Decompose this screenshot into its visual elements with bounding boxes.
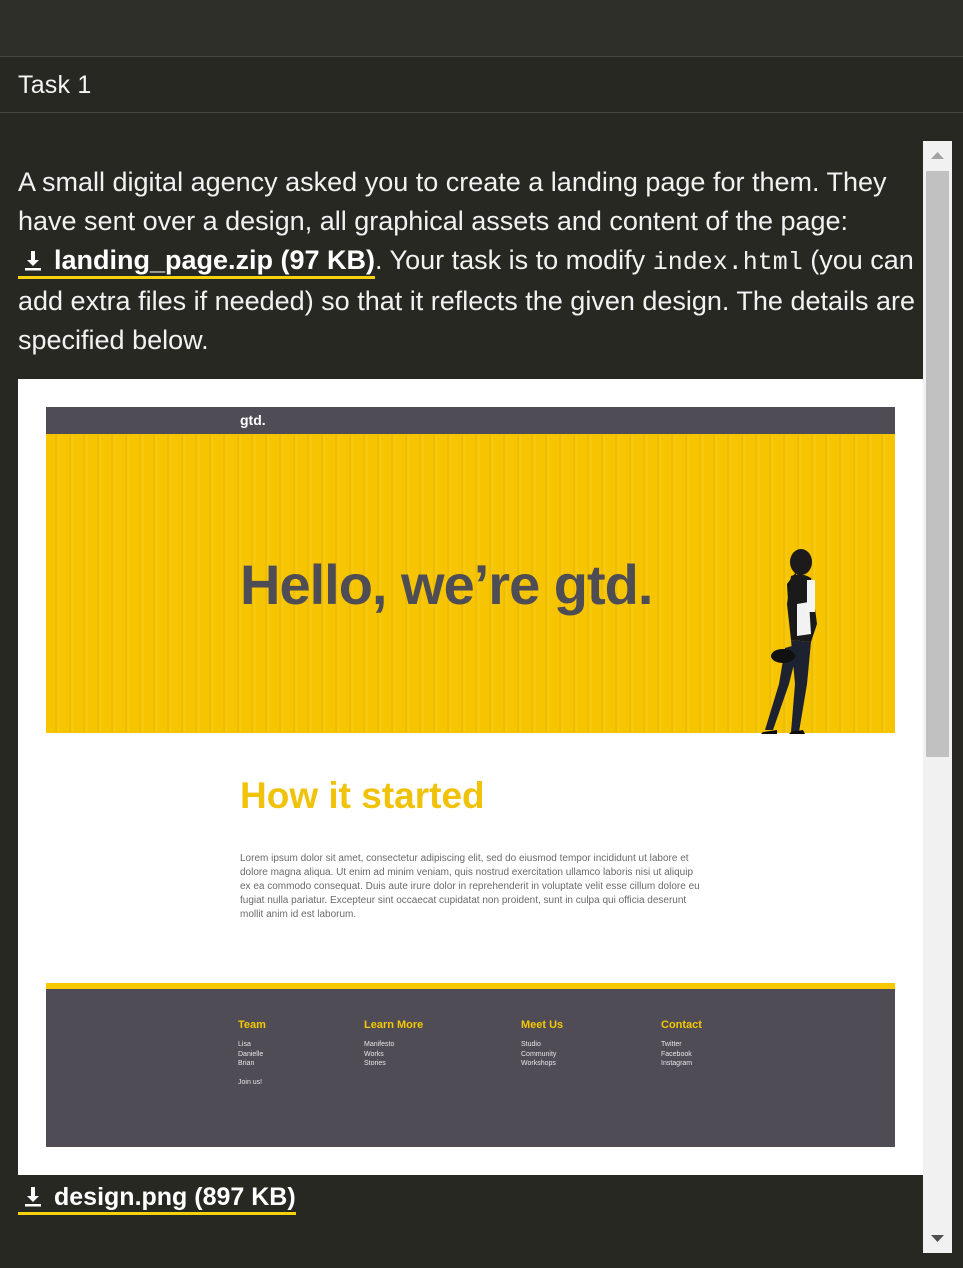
footer-heading: Team — [238, 1019, 266, 1031]
design-preview-card: gtd. Hello, we’re gtd. How it started Lo… — [18, 379, 923, 1175]
footer-col-team: Team Lisa Danielle Brian Join us! — [238, 1019, 266, 1086]
footer-col-learn: Learn More Manifesto Works Stories — [364, 1019, 423, 1069]
footer-item: Join us! — [238, 1078, 263, 1086]
footer-item: Danielle — [238, 1050, 264, 1058]
footer-heading: Contact — [661, 1019, 702, 1031]
design-mockup: gtd. Hello, we’re gtd. How it started Lo… — [46, 407, 895, 1147]
footer-item: Works — [364, 1050, 384, 1058]
footer-col-contact: Contact Twitter Facebook Instagram — [661, 1019, 702, 1069]
walking-person-image — [761, 549, 817, 734]
mock-section-title: How it started — [240, 775, 485, 816]
scroll-down-button[interactable] — [923, 1225, 952, 1253]
footer-item: Twitter — [661, 1041, 682, 1048]
scroll-up-button[interactable] — [923, 141, 952, 169]
task-description: A small digital agency asked you to crea… — [18, 163, 923, 360]
mock-footer: Team Lisa Danielle Brian Join us! Learn … — [46, 983, 895, 1147]
design-download-link[interactable]: design.png (897 KB) — [18, 1183, 296, 1215]
footer-item: Lisa — [238, 1041, 251, 1048]
task-header: Task 1 — [0, 58, 963, 113]
footer-item: Manifesto — [364, 1041, 395, 1048]
footer-item: Workshops — [521, 1060, 556, 1067]
footer-item: Stories — [364, 1060, 386, 1067]
mock-logo: gtd. — [240, 412, 266, 428]
mock-hero-title: Hello, we’re gtd. — [240, 553, 653, 616]
design-download-row: design.png (897 KB) — [18, 1181, 296, 1215]
intro-text: A small digital agency asked you to crea… — [18, 167, 887, 236]
footer-item: Instagram — [661, 1060, 693, 1067]
zip-download-link[interactable]: landing_page.zip (97 KB) — [18, 243, 376, 279]
footer-item: Studio — [521, 1041, 541, 1048]
top-bar — [0, 0, 963, 57]
task-content: A small digital agency asked you to crea… — [0, 141, 923, 1268]
footer-col-meet: Meet Us Studio Community Workshops — [521, 1019, 563, 1069]
zip-link-label: landing_page.zip (97 KB) — [54, 245, 376, 275]
footer-item: Community — [521, 1050, 557, 1058]
arrow-down-icon — [931, 1235, 944, 1242]
mock-hero: Hello, we’re gtd. — [46, 434, 895, 734]
footer-heading: Learn More — [364, 1019, 424, 1031]
design-link-label: design.png (897 KB) — [54, 1183, 296, 1211]
mid-text: . Your task is to modify — [375, 245, 653, 275]
task-title: Task 1 — [18, 71, 92, 99]
footer-item: Brian — [238, 1060, 255, 1067]
code-filename: index.html — [652, 248, 803, 277]
download-icon — [22, 243, 44, 271]
mock-navbar: gtd. — [46, 407, 895, 434]
footer-heading: Meet Us — [521, 1019, 564, 1031]
arrow-up-icon — [931, 152, 944, 159]
footer-item: Facebook — [661, 1050, 692, 1058]
scrollbar[interactable] — [923, 141, 952, 1253]
scrollbar-thumb[interactable] — [926, 171, 949, 757]
download-icon — [22, 1183, 44, 1207]
mock-body-text: Lorem ipsum dolor sit amet, consectetur … — [240, 853, 700, 920]
